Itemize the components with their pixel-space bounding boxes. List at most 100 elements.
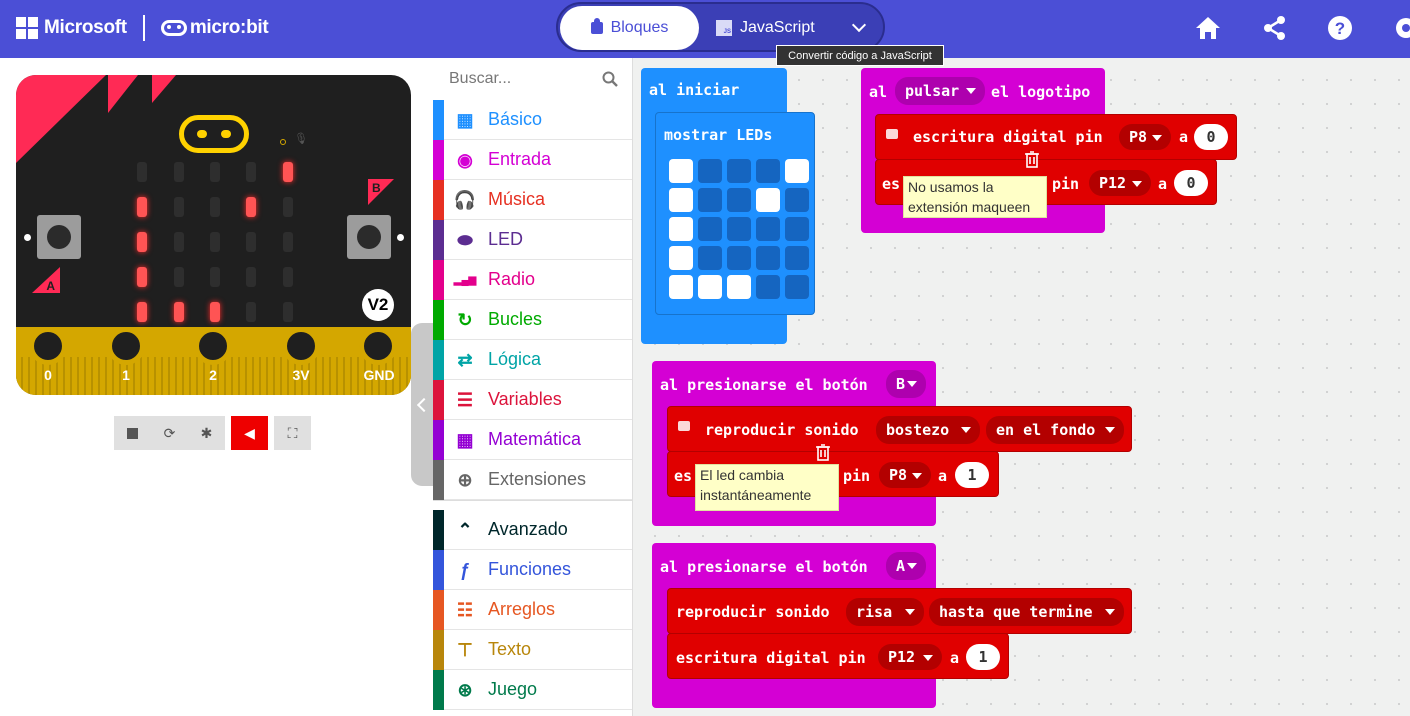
sound-dropdown-a[interactable]: risa [846,598,924,626]
digital-write-block-a[interactable]: escritura digital pin P12 a 1 [667,633,1009,679]
settings-icon[interactable] [1392,14,1410,42]
button-b-label-mark: B [368,179,394,205]
button-a[interactable] [37,215,81,259]
toolbox-category-radio[interactable]: ▂▄▆ Radio [433,260,632,300]
tab-blocks[interactable]: Bloques [560,6,699,50]
sound-button[interactable]: ◀ [231,416,268,450]
led-toggle-1-4[interactable] [785,188,809,212]
microsoft-logo-icon [16,17,38,39]
toolbox-category-música[interactable]: 🎧 Música [433,180,632,220]
button-b-dot-icon [397,234,404,241]
toolbox-category-lógica[interactable]: ⇄ Lógica [433,340,632,380]
led-toggle-1-2[interactable] [727,188,751,212]
on-start-label: al iniciar [649,81,740,99]
value-input-1[interactable]: 0 [1194,124,1228,150]
value-input-b[interactable]: 1 [955,462,989,488]
led-toggle-4-0[interactable] [669,275,693,299]
logo-event-value: pulsar [905,82,960,100]
toolbox-category-extensiones[interactable]: ⊕ Extensiones [433,460,632,500]
led-toggle-0-3[interactable] [756,159,780,183]
search-icon[interactable] [602,71,618,87]
pin-3v[interactable] [282,327,320,365]
debug-button[interactable]: ✱ [188,416,225,450]
led-toggle-1-3[interactable] [756,188,780,212]
button-b[interactable] [347,215,391,259]
search-input[interactable]: Buscar... [433,58,632,100]
help-icon[interactable]: ? [1326,14,1354,42]
led-toggle-2-2[interactable] [727,217,751,241]
stop-button[interactable] [114,416,151,450]
pin-dropdown-b[interactable]: P8 [879,462,931,488]
led-toggle-3-2[interactable] [727,246,751,270]
led-4-1 [174,302,184,322]
language-dropdown-button[interactable] [846,6,872,50]
comment-note-2[interactable]: El led cambia instantáneamente [695,464,839,511]
comment-note-1[interactable]: No usamos la extensión maqueen [903,176,1047,218]
pin-dropdown-2[interactable]: P12 [1089,170,1151,196]
led-toggle-3-0[interactable] [669,246,693,270]
pin-dropdown-1[interactable]: P8 [1119,124,1171,150]
toolbox-category-básico[interactable]: ▦ Básico [433,100,632,140]
blocks-workspace[interactable]: al iniciar mostrar LEDs al pulsar el log… [633,58,1410,716]
led-toggle-0-1[interactable] [698,159,722,183]
fullscreen-button[interactable]: ⛶ [274,416,311,450]
sound-dropdown-b[interactable]: bostezo [876,416,980,444]
value-input-a[interactable]: 1 [966,644,1000,670]
tab-javascript[interactable]: JS JavaScript [716,6,826,50]
value-input-2[interactable]: 0 [1174,170,1208,196]
button-b-dropdown[interactable]: B [886,370,926,398]
led-toggle-0-0[interactable] [669,159,693,183]
led-toggle-2-1[interactable] [698,217,722,241]
pin-1[interactable] [107,327,145,365]
collapse-simulator-button[interactable] [411,323,433,486]
led-toggle-3-3[interactable] [756,246,780,270]
stop-icon [127,427,138,439]
toolbox-category-avanzado[interactable]: ⌃ Avanzado [433,510,632,550]
led-toggle-0-2[interactable] [727,159,751,183]
pin-gnd[interactable] [359,327,397,365]
play-sound-block-a[interactable]: reproducir sonido risa hasta que termine [667,588,1132,634]
comment-icon[interactable] [886,129,898,139]
led-toggle-4-3[interactable] [756,275,780,299]
share-icon[interactable] [1261,14,1289,42]
led-toggle-0-4[interactable] [785,159,809,183]
led-toggle-1-0[interactable] [669,188,693,212]
touch-logo[interactable] [179,115,249,153]
toolbox-category-entrada[interactable]: ◉ Entrada [433,140,632,180]
toolbox-category-variables[interactable]: ☰ Variables [433,380,632,420]
led-toggle-2-4[interactable] [785,217,809,241]
comment-delete-icon[interactable] [815,443,831,461]
home-icon[interactable] [1194,14,1222,42]
toolbox-category-bucles[interactable]: ↻ Bucles [433,300,632,340]
play-mode-dropdown-b[interactable]: en el fondo [986,416,1124,444]
category-color-bar [433,220,444,260]
toolbox-category-arreglos[interactable]: ☷ Arreglos [433,590,632,630]
comment-icon[interactable] [678,421,690,431]
restart-button[interactable]: ⟳ [151,416,188,450]
pin-2[interactable] [194,327,232,365]
play-mode-dropdown-a[interactable]: hasta que termine [929,598,1124,626]
led-toggle-4-2[interactable] [727,275,751,299]
toolbox-category-juego[interactable]: ⊛ Juego [433,670,632,710]
pin-dropdown-a[interactable]: P12 [878,644,942,670]
led-toggle-3-1[interactable] [698,246,722,270]
play-sound-block-b[interactable]: reproducir sonido bostezo en el fondo [667,406,1132,458]
toolbox-category-led[interactable]: ⬬ LED [433,220,632,260]
led-toggle-1-1[interactable] [698,188,722,212]
logo-event-dropdown[interactable]: pulsar [895,77,985,105]
digital-write-block-1[interactable]: escritura digital pin P8 a 0 [875,114,1237,165]
category-color-bar [433,670,444,710]
button-a-dropdown[interactable]: A [886,552,926,580]
led-toggle-4-4[interactable] [785,275,809,299]
pin-0[interactable] [29,327,67,365]
led-2-0 [137,232,147,252]
toolbox-category-matemática[interactable]: ▦ Matemática [433,420,632,460]
led-toggle-4-1[interactable] [698,275,722,299]
brand[interactable]: Microsoft micro:bit [16,14,269,42]
led-toggle-2-0[interactable] [669,217,693,241]
comment-delete-icon[interactable] [1024,150,1040,168]
led-toggle-2-3[interactable] [756,217,780,241]
led-toggle-3-4[interactable] [785,246,809,270]
toolbox-category-texto[interactable]: ⊤ Texto [433,630,632,670]
toolbox-category-funciones[interactable]: ƒ Funciones [433,550,632,590]
